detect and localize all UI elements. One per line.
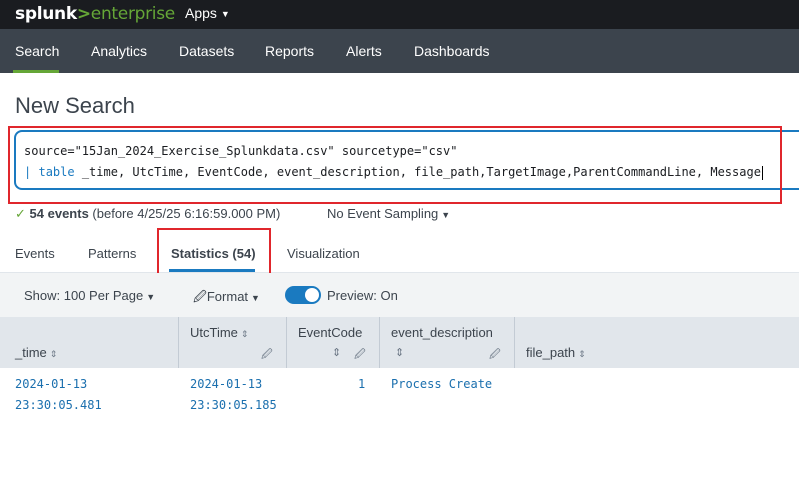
sort-icon[interactable]: ⇕ [395, 346, 404, 359]
splunk-logo[interactable]: splunk>enterprise [15, 4, 175, 24]
nav-search[interactable]: Search [15, 43, 59, 59]
nav-reports[interactable]: Reports [265, 43, 314, 59]
pencil-icon[interactable]: 🖉 [354, 346, 366, 365]
preview-label: Preview: On [327, 288, 398, 303]
sort-icon[interactable]: ⇕ [578, 349, 586, 359]
per-page-dropdown[interactable]: Show: 100 Per Page ▼ [24, 288, 155, 303]
column-header-time[interactable]: _time ⇕ [15, 345, 57, 360]
pencil-icon[interactable]: 🖉 [261, 346, 273, 365]
apps-menu[interactable]: Apps ▼ [185, 5, 230, 21]
caret-down-icon: ▼ [146, 292, 156, 302]
preview-toggle[interactable] [285, 286, 321, 304]
column-header-event-description[interactable]: event_description [391, 325, 493, 340]
nav-alerts[interactable]: Alerts [346, 43, 382, 59]
page-title: New Search [15, 93, 135, 118]
app-nav-bar: Search Analytics Datasets Reports Alerts… [0, 29, 799, 73]
cell-event-description[interactable]: Process Create [391, 377, 492, 391]
job-status: ✓ 54 events (before 4/25/25 6:16:59.000 … [15, 206, 280, 222]
tab-visualization[interactable]: Visualization [287, 246, 360, 261]
sort-icon[interactable]: ⇕ [241, 329, 249, 339]
sort-icon[interactable]: ⇕ [332, 346, 341, 359]
column-header-eventcode[interactable]: EventCode [298, 325, 362, 340]
event-sampling-dropdown[interactable]: No Event Sampling ▼ [327, 206, 450, 221]
top-bar: splunk>enterprise Apps ▼ [0, 0, 799, 29]
column-divider [178, 317, 179, 368]
cell-time-date: 2024-01-13 [15, 377, 88, 391]
sort-icon[interactable]: ⇕ [50, 349, 58, 359]
column-header-utctime[interactable]: UtcTime ⇕ [190, 325, 248, 340]
tab-patterns[interactable]: Patterns [88, 246, 136, 261]
nav-datasets[interactable]: Datasets [179, 43, 234, 59]
column-header-file-path[interactable]: file_path ⇕ [526, 345, 586, 360]
cell-eventcode[interactable]: 1 [358, 377, 365, 391]
nav-analytics[interactable]: Analytics [91, 43, 147, 59]
cell-utctime-clock: 23:30:05.185 [190, 398, 277, 412]
event-count: 54 events [29, 206, 89, 221]
check-icon: ✓ [15, 206, 26, 221]
tab-events[interactable]: Events [15, 246, 55, 261]
cell-time-clock: 23:30:05.481 [15, 398, 102, 412]
toggle-knob [305, 288, 319, 302]
nav-dashboards[interactable]: Dashboards [414, 43, 490, 59]
cell-utctime-date: 2024-01-13 [190, 377, 263, 391]
nav-active-indicator [13, 70, 59, 73]
column-divider [379, 317, 380, 368]
column-divider [514, 317, 515, 368]
column-divider [286, 317, 287, 368]
highlight-statistics-tab [157, 228, 271, 276]
pencil-icon[interactable]: 🖉 [489, 346, 501, 365]
pencil-icon: 🖉 [193, 289, 207, 304]
caret-down-icon: ▼ [251, 293, 260, 303]
format-dropdown[interactable]: 🖉Format ▼ [193, 288, 260, 310]
caret-down-icon: ▼ [220, 9, 230, 19]
highlight-search-box [8, 126, 782, 204]
event-time-range: (before 4/25/25 6:16:59.000 PM) [92, 206, 281, 221]
caret-down-icon: ▼ [441, 210, 451, 220]
